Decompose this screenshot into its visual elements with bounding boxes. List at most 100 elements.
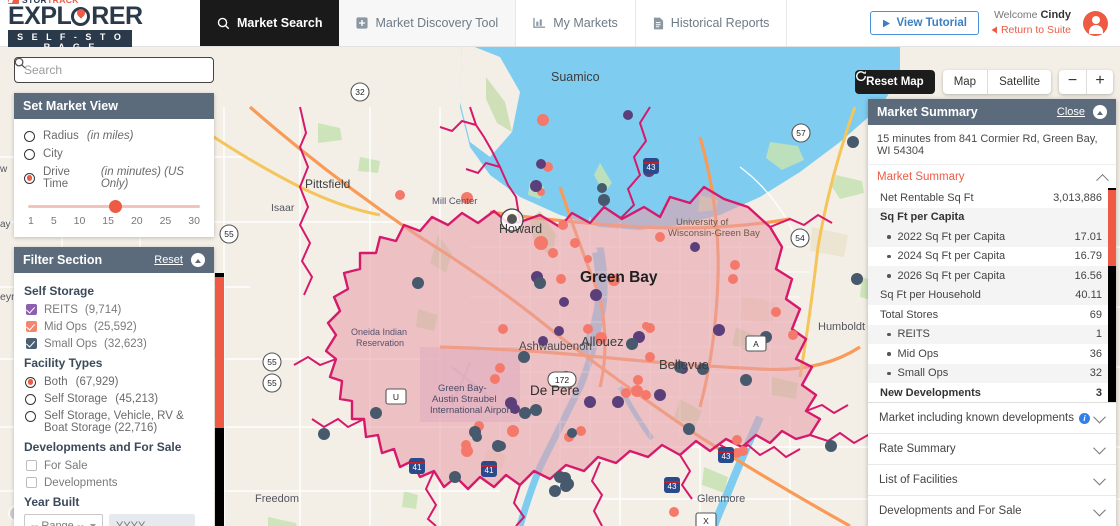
filter-radio-self-storage-vehicle[interactable]: Self Storage, Vehicle, RV & Boat Storage… bbox=[24, 407, 204, 436]
nav-market-search-label: Market Search bbox=[237, 16, 323, 30]
radio-self-storage-vehicle-icon bbox=[25, 410, 36, 422]
svg-text:55: 55 bbox=[224, 229, 234, 239]
radio-self-storage-icon bbox=[25, 393, 36, 405]
table-row: New Developments 3 bbox=[868, 383, 1116, 402]
nav-historical-reports[interactable]: Historical Reports bbox=[635, 0, 788, 46]
market-summary-section-toggle[interactable]: Market Summary bbox=[868, 165, 1116, 188]
filter-scrollbar[interactable] bbox=[215, 273, 224, 526]
welcome-text: Welcome Cindy bbox=[991, 8, 1071, 23]
market-view-drive-time-note: (in minutes) (US Only) bbox=[100, 166, 184, 190]
row-value: 36 bbox=[1089, 347, 1102, 360]
reset-map-button[interactable]: Reset Map bbox=[855, 70, 935, 94]
market-summary-close-link[interactable]: Close bbox=[1057, 106, 1085, 118]
market-view-option-drive-time[interactable]: Drive Time (in minutes) (US Only) bbox=[24, 163, 204, 193]
svg-text:55: 55 bbox=[267, 357, 277, 367]
welcome-prefix: Welcome bbox=[993, 9, 1038, 22]
filter-radio-both[interactable]: Both (67,929) bbox=[24, 373, 204, 390]
view-tutorial-button[interactable]: View Tutorial bbox=[870, 11, 979, 35]
market-summary-scrollbar[interactable] bbox=[1108, 188, 1116, 402]
zoom-in-button[interactable]: + bbox=[1086, 70, 1113, 94]
row-value: 16.79 bbox=[1074, 250, 1102, 263]
row-label: New Developments bbox=[880, 386, 981, 399]
welcome-username: Cindy bbox=[1040, 9, 1071, 22]
zoom-controls: − + bbox=[1059, 70, 1113, 94]
set-market-view-header: Set Market View bbox=[14, 93, 214, 119]
zoom-out-button[interactable]: − bbox=[1059, 70, 1086, 94]
header-user-area: View Tutorial Welcome Cindy Return to Su… bbox=[870, 0, 1120, 46]
market-summary-table[interactable]: Net Rentable Sq Ft 3,013,886 Sq Ft per C… bbox=[868, 188, 1116, 403]
filter-checkbox-mid-ops[interactable]: Mid Ops (25,592) bbox=[24, 318, 204, 335]
basemap-map-option[interactable]: Map bbox=[943, 70, 987, 94]
year-built-range-select[interactable]: -- Range -- bbox=[24, 514, 103, 526]
filter-for-sale-label: For Sale bbox=[44, 459, 88, 472]
filter-checkbox-developments[interactable]: Developments bbox=[24, 474, 204, 491]
chevron-down-icon bbox=[1093, 441, 1106, 454]
slider-tick-30: 30 bbox=[188, 215, 200, 227]
info-icon[interactable]: i bbox=[1078, 412, 1090, 424]
row-value: 1 bbox=[1095, 328, 1102, 341]
nav-my-markets[interactable]: My Markets bbox=[516, 0, 636, 46]
nav-market-discovery-tool[interactable]: Market Discovery Tool bbox=[339, 0, 517, 46]
filter-self-storage-count: (45,213) bbox=[115, 392, 159, 405]
map-search-box[interactable] bbox=[14, 57, 214, 83]
return-to-suite-link[interactable]: Return to Suite bbox=[991, 23, 1071, 37]
chevron-down-icon bbox=[1093, 472, 1106, 485]
svg-text:Howard: Howard bbox=[499, 222, 542, 236]
year-built-input[interactable] bbox=[109, 514, 195, 526]
row-value: 40.11 bbox=[1075, 289, 1102, 302]
table-row: REITS 1 bbox=[868, 324, 1116, 344]
market-view-option-radius[interactable]: Radius (in miles) bbox=[24, 127, 204, 145]
app-header: STORTRACK EXPLRER S E L F - S T O R A G … bbox=[0, 0, 1120, 54]
filter-section-card: Filter Section Reset Self Storage REITS … bbox=[14, 247, 224, 526]
nav-market-search[interactable]: Market Search bbox=[200, 0, 340, 46]
svg-text:Humboldt: Humboldt bbox=[818, 321, 865, 333]
row-value: 32 bbox=[1089, 367, 1102, 380]
map-canvas[interactable]: 41 41 43 43 43 32 57 54 55 55 55 U A X 1… bbox=[0, 47, 1120, 526]
row-value: 69 bbox=[1089, 308, 1102, 321]
bullet-icon bbox=[887, 332, 891, 336]
filter-collapse-icon[interactable] bbox=[191, 253, 205, 267]
row-label: Mid Ops bbox=[897, 347, 939, 360]
accordion-label: Developments and For Sale bbox=[879, 505, 1022, 517]
market-summary-title: Market Summary bbox=[877, 105, 978, 119]
svg-text:Oneida Indian: Oneida Indian bbox=[351, 327, 407, 337]
row-label: Sq Ft per Household bbox=[880, 289, 981, 302]
slider-thumb[interactable] bbox=[108, 200, 122, 213]
row-label: Sq Ft per Capita bbox=[880, 211, 965, 224]
filter-scrollbar-thumb[interactable] bbox=[215, 277, 224, 428]
svg-text:55: 55 bbox=[267, 378, 277, 388]
accordion-market-including-known-developments[interactable]: Market including known developments i bbox=[868, 403, 1116, 434]
app-logo[interactable]: STORTRACK EXPLRER S E L F - S T O R A G … bbox=[0, 0, 200, 54]
svg-text:32: 32 bbox=[355, 87, 365, 97]
accordion-label: Rate Summary bbox=[879, 443, 956, 455]
market-summary-section-label: Market Summary bbox=[877, 171, 965, 183]
bullet-icon bbox=[887, 352, 891, 356]
svg-text:41: 41 bbox=[413, 463, 422, 472]
filter-checkbox-small-ops[interactable]: Small Ops (32,623) bbox=[24, 335, 204, 352]
svg-text:Isaar: Isaar bbox=[271, 202, 295, 214]
filter-checkbox-reits[interactable]: REITS (9,714) bbox=[24, 301, 204, 318]
filter-radio-self-storage[interactable]: Self Storage (45,213) bbox=[24, 390, 204, 407]
drive-time-slider[interactable]: 1 5 10 15 20 25 30 bbox=[28, 200, 200, 227]
search-input[interactable] bbox=[24, 63, 204, 77]
accordion-list-of-facilities[interactable]: List of Facilities bbox=[868, 465, 1116, 496]
market-summary-scrollbar-thumb[interactable] bbox=[1108, 190, 1116, 266]
basemap-satellite-option[interactable]: Satellite bbox=[987, 70, 1051, 94]
row-label: Net Rentable Sq Ft bbox=[880, 191, 974, 204]
accordion-rate-summary[interactable]: Rate Summary bbox=[868, 434, 1116, 465]
accordion-developments-and-for-sale[interactable]: Developments and For Sale bbox=[868, 496, 1116, 526]
user-avatar[interactable] bbox=[1083, 10, 1108, 36]
filter-checkbox-for-sale[interactable]: For Sale bbox=[24, 457, 204, 474]
filter-reset-link[interactable]: Reset bbox=[154, 254, 183, 266]
back-arrow-icon bbox=[991, 26, 997, 34]
market-view-option-city[interactable]: City bbox=[24, 145, 204, 163]
bullet-icon bbox=[887, 371, 891, 375]
market-view-drive-time-label: Drive Time bbox=[43, 166, 70, 190]
svg-text:43: 43 bbox=[722, 452, 731, 461]
basemap-toggle: Map Satellite bbox=[942, 70, 1051, 94]
market-summary-collapse-icon[interactable] bbox=[1093, 105, 1107, 119]
svg-text:Austin Straubel: Austin Straubel bbox=[432, 394, 496, 405]
svg-text:Suamico: Suamico bbox=[551, 70, 600, 84]
market-summary-subtitle: 15 minutes from 841 Cormier Rd, Green Ba… bbox=[868, 125, 1116, 165]
filter-small-ops-count: (32,623) bbox=[104, 337, 147, 350]
